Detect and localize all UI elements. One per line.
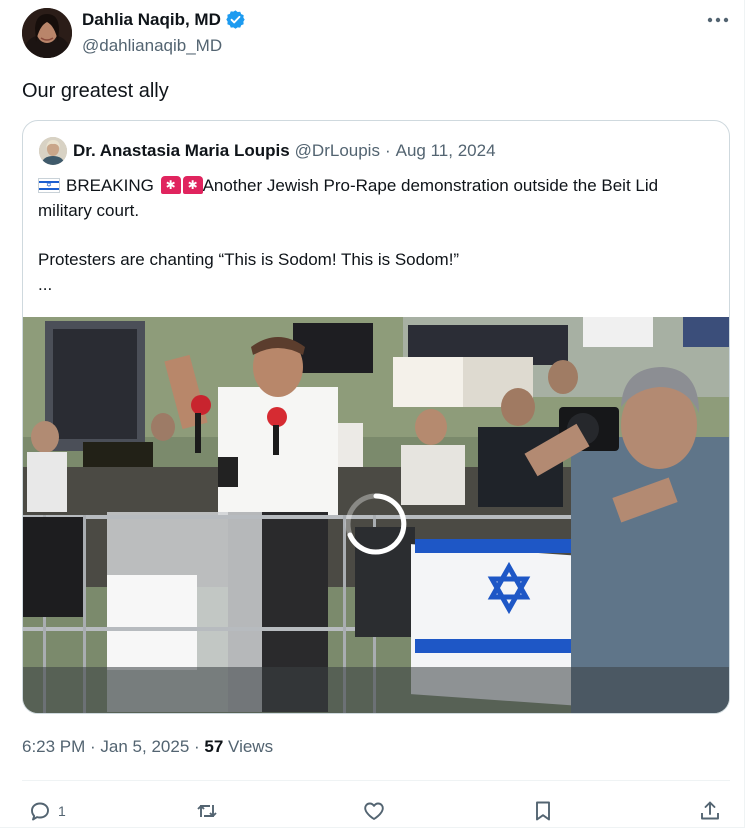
quoted-line-1-text: Another Jewish Pro-Rape demonstration ou… [202, 176, 659, 195]
retweet-button[interactable] [195, 798, 219, 824]
reply-count: 1 [58, 803, 66, 819]
breaking-label: BREAKING [66, 176, 154, 195]
author-name[interactable]: Dahlia Naqib, MD [82, 9, 246, 30]
views-label: Views [223, 737, 274, 756]
more-icon [707, 17, 729, 23]
like-icon [364, 802, 384, 820]
divider [22, 780, 730, 781]
israel-flag-icon: ✡ [38, 178, 60, 193]
tweet-card: Dahlia Naqib, MD @dahlianaqib_MD Our gre… [0, 0, 745, 828]
bookmark-button[interactable] [531, 798, 555, 824]
author-avatar[interactable] [22, 8, 72, 58]
quoted-line-1: ✡ BREAKING Another Jewish Pro-Rape demons… [38, 173, 718, 198]
reply-icon [31, 802, 49, 821]
views-count: 57 [204, 737, 224, 756]
tweet-text: Our greatest ally [22, 80, 169, 102]
separator-dot: · [384, 141, 391, 160]
quoted-text: ✡ BREAKING Another Jewish Pro-Rape demons… [38, 173, 718, 297]
bookmark-icon [536, 801, 550, 821]
quoted-tweet[interactable]: Dr. Anastasia Maria Loupis @DrLoupis · A… [22, 120, 730, 714]
quoted-date[interactable]: Aug 11, 2024 [396, 141, 496, 161]
quoted-line-2: military court. [38, 201, 140, 220]
tweet-timestamp[interactable]: 6:23 PM · Jan 5, 2025 · [22, 737, 204, 756]
quoted-header: Dr. Anastasia Maria Loupis @DrLoupis · A… [73, 141, 496, 161]
quoted-line-3: Protesters are chanting “This is Sodom! … [38, 250, 460, 269]
video-player[interactable] [23, 317, 729, 713]
reply-button[interactable]: 1 [28, 798, 66, 824]
more-options-button[interactable] [704, 10, 732, 30]
verified-badge-icon [225, 9, 246, 30]
quoted-line-4: ... [38, 275, 53, 294]
like-button[interactable] [362, 798, 386, 824]
quoted-author-handle[interactable]: @DrLoupis [295, 141, 380, 161]
author-handle[interactable]: @dahlianaqib_MD [82, 36, 222, 56]
author-name-text[interactable]: Dahlia Naqib, MD [82, 10, 221, 30]
loading-spinner-icon [345, 493, 407, 555]
retweet-icon [197, 805, 217, 817]
tweet-meta: 6:23 PM · Jan 5, 2025 · 57 Views [22, 737, 273, 757]
share-button[interactable] [698, 798, 722, 824]
share-icon [701, 801, 719, 820]
siren-icon [160, 176, 181, 194]
quoted-author-avatar[interactable] [39, 137, 67, 165]
quoted-author-name[interactable]: Dr. Anastasia Maria Loupis [73, 141, 290, 161]
siren-icon [182, 176, 203, 194]
